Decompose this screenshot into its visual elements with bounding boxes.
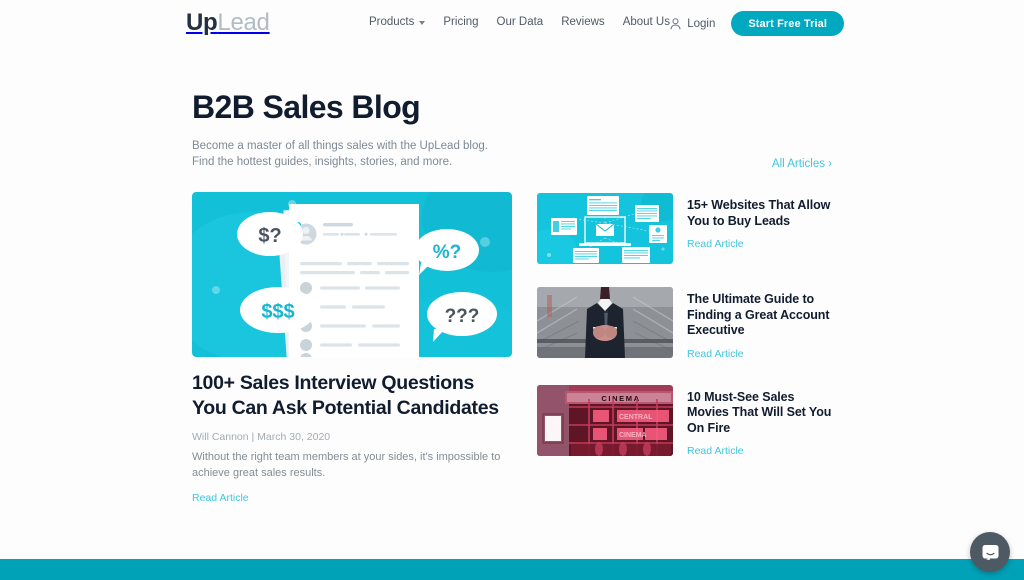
side-article-text-2: The Ultimate Guide to Finding a Great Ac… bbox=[687, 287, 832, 362]
blog-page: B2B Sales Blog Become a master of all th… bbox=[192, 88, 832, 506]
svg-text:CENTRAL: CENTRAL bbox=[619, 414, 653, 421]
side-article-image-1[interactable] bbox=[537, 193, 673, 264]
featured-article-title[interactable]: 100+ Sales Interview Questions You Can A… bbox=[192, 371, 512, 421]
side-article-title-1[interactable]: 15+ Websites That Allow You to Buy Leads bbox=[687, 198, 832, 229]
featured-read-article-link[interactable]: Read Article bbox=[192, 492, 249, 504]
svg-text:%?: %? bbox=[433, 242, 462, 263]
page-intro-row: Become a master of all things sales with… bbox=[192, 138, 832, 170]
list-item: The Ultimate Guide to Finding a Great Ac… bbox=[537, 287, 832, 362]
nav-label-our-data: Our Data bbox=[496, 16, 544, 28]
svg-text:$?: $? bbox=[258, 225, 281, 247]
start-free-trial-button[interactable]: Start Free Trial bbox=[731, 11, 844, 36]
side-article-text-3: 10 Must-See Sales Movies That Will Set Y… bbox=[687, 385, 832, 460]
footer-bar bbox=[0, 559, 1024, 580]
logo-text-secondary: Lead bbox=[217, 9, 270, 36]
list-item: 15+ Websites That Allow You to Buy Leads… bbox=[537, 193, 832, 264]
featured-article-byline: Will Cannon | March 30, 2020 bbox=[192, 431, 331, 443]
all-articles-link[interactable]: All Articles › bbox=[772, 158, 832, 170]
nav-item-reviews[interactable]: Reviews bbox=[561, 16, 604, 28]
nav-label-pricing: Pricing bbox=[443, 16, 479, 28]
svg-text:???: ??? bbox=[445, 306, 480, 327]
side-article-title-2[interactable]: The Ultimate Guide to Finding a Great Ac… bbox=[687, 292, 832, 339]
logo-text-primary: Up bbox=[186, 9, 218, 36]
chat-launcher-button[interactable] bbox=[970, 532, 1010, 572]
site-logo[interactable]: UpLead bbox=[186, 10, 270, 36]
featured-article: $? $$$ %? ??? 100+ Sales Interview Quest… bbox=[192, 192, 512, 506]
featured-article-image[interactable]: $? $$$ %? ??? bbox=[192, 192, 512, 357]
login-label: Login bbox=[687, 17, 716, 30]
side-read-article-link-2[interactable]: Read Article bbox=[687, 348, 744, 360]
login-link[interactable]: Login bbox=[670, 18, 715, 30]
list-item: CINEMA CENTRAL CINEMA 10 Must-See Sales … bbox=[537, 384, 832, 460]
blog-content-grid: $? $$$ %? ??? 100+ Sales Interview Quest… bbox=[192, 192, 832, 506]
nav-label-reviews: Reviews bbox=[561, 16, 605, 28]
side-article-text-1: 15+ Websites That Allow You to Buy Leads… bbox=[687, 193, 832, 252]
side-article-image-2[interactable] bbox=[537, 287, 673, 358]
person-icon bbox=[670, 17, 681, 30]
side-article-title-3[interactable]: 10 Must-See Sales Movies That Will Set Y… bbox=[687, 390, 832, 437]
side-article-image-3[interactable]: CINEMA CENTRAL CINEMA bbox=[537, 384, 673, 456]
page-title: B2B Sales Blog bbox=[192, 89, 421, 125]
svg-text:CINEMA: CINEMA bbox=[619, 432, 647, 439]
side-article-list: 15+ Websites That Allow You to Buy Leads… bbox=[537, 192, 832, 506]
nav-item-products[interactable]: Products bbox=[369, 16, 426, 28]
chat-bubble-icon bbox=[981, 543, 1000, 562]
nav-item-pricing[interactable]: Pricing bbox=[443, 16, 478, 28]
chevron-down-icon bbox=[419, 21, 426, 25]
header-actions: Login Start Free Trial bbox=[670, 11, 844, 36]
nav-label-products: Products bbox=[369, 16, 415, 28]
site-header: UpLead Products Pricing Our Data Reviews… bbox=[0, 0, 1024, 47]
nav-label-about-us: About Us bbox=[622, 16, 670, 28]
nav-item-our-data[interactable]: Our Data bbox=[497, 16, 544, 28]
side-read-article-link-1[interactable]: Read Article bbox=[687, 238, 744, 250]
side-read-article-link-3[interactable]: Read Article bbox=[687, 445, 744, 457]
nav-item-about-us[interactable]: About Us bbox=[623, 16, 670, 28]
cinema-sign-text: CINEMA bbox=[601, 394, 640, 403]
main-navigation: Products Pricing Our Data Reviews About … bbox=[369, 16, 670, 28]
page-subtitle: Become a master of all things sales with… bbox=[192, 140, 488, 168]
svg-text:$$$: $$$ bbox=[261, 301, 294, 323]
featured-article-excerpt: Without the right team members at your s… bbox=[192, 451, 501, 479]
